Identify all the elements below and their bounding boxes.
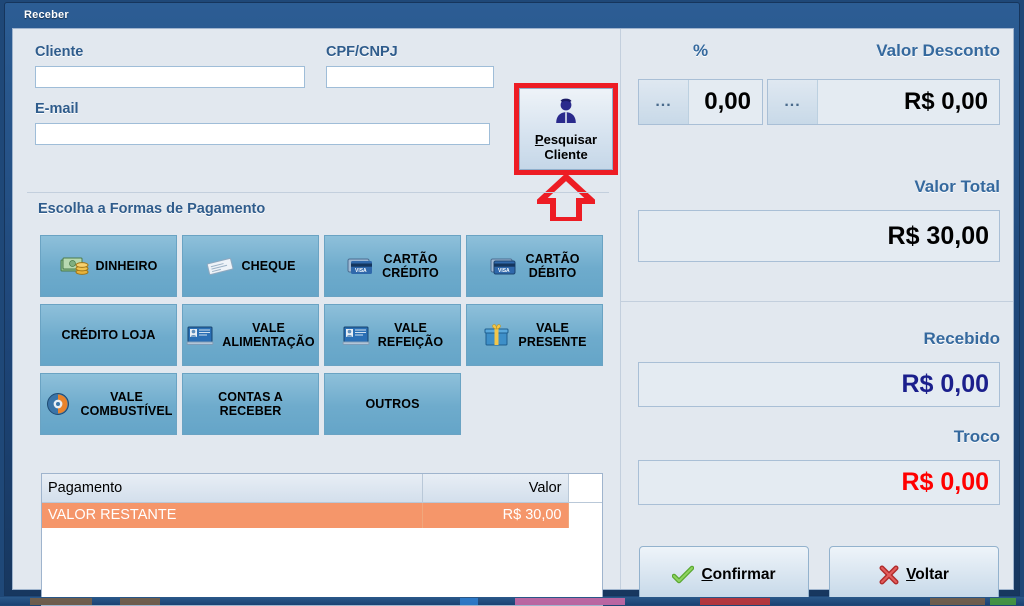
discount-section: % Valor Desconto ... 0,00 ... R$ 0,00: [638, 41, 1000, 113]
change-label: Troco: [638, 427, 1000, 447]
right-panel-divider: [621, 301, 1013, 302]
payment-method-vale-presente[interactable]: VALEPRESENTE: [466, 304, 603, 366]
svg-text:VISA: VISA: [355, 268, 367, 274]
payment-method-label: VALEPRESENTE: [518, 321, 586, 349]
close-x-icon: [879, 565, 899, 585]
payment-method-dinheiro[interactable]: DINHEIRO: [40, 235, 177, 297]
payment-method-cheque[interactable]: CHEQUE: [182, 235, 319, 297]
cliente-label: Cliente: [35, 44, 83, 60]
fuel-icon: [44, 391, 74, 417]
payment-methods-label: Escolha a Formas de Pagamento: [38, 201, 265, 217]
meal-card-icon: [342, 322, 372, 348]
money-icon: [60, 253, 90, 279]
column-header-pagamento[interactable]: Pagamento: [42, 474, 422, 502]
payment-method-vale-refeicao[interactable]: VALEREFEIÇÃO: [324, 304, 461, 366]
check-icon: [672, 565, 694, 585]
discount-value[interactable]: R$ 0,00: [818, 80, 999, 124]
search-client-button[interactable]: Pesquisar Cliente: [519, 88, 613, 170]
change-value-box: R$ 0,00: [638, 460, 1000, 505]
desktop-taskbar[interactable]: [0, 597, 1024, 605]
cancel-button[interactable]: Voltar: [829, 546, 999, 604]
email-input[interactable]: [35, 123, 490, 145]
cpf-cnpj-label: CPF/CNPJ: [326, 44, 398, 60]
confirm-accel: C: [701, 566, 712, 583]
discount-label: Valor Desconto: [767, 41, 1000, 61]
payment-method-contas-a-receber[interactable]: CONTAS A RECEBER: [182, 373, 319, 435]
left-panel: Cliente CPF/CNPJ E-mail: [13, 29, 620, 589]
payment-method-label: CRÉDITO LOJA: [61, 328, 155, 342]
search-client-highlight-group: Pesquisar Cliente: [514, 83, 618, 175]
column-header-filler: [568, 474, 602, 502]
right-panel: % Valor Desconto ... 0,00 ... R$ 0,00 Va…: [620, 29, 1013, 589]
discount-field-group: ... R$ 0,00: [767, 79, 1000, 125]
payments-table: Pagamento Valor VALOR RESTANTE R$ 30,00: [42, 474, 602, 528]
debit-card-icon: VISA: [489, 253, 519, 279]
payment-method-label: DINHEIRO: [96, 259, 158, 273]
percent-value[interactable]: 0,00: [689, 80, 762, 124]
payment-method-label: VALEREFEIÇÃO: [378, 321, 443, 349]
payment-method-vale-alimentacao[interactable]: VALEALIMENTAÇÃO: [182, 304, 319, 366]
payment-method-label: VALECOMBUSTÍVEL: [80, 390, 172, 418]
payment-method-label: CARTÃOCRÉDITO: [382, 252, 439, 280]
cancel-label: Voltar: [906, 566, 949, 584]
confirm-label: Confirmar: [701, 566, 775, 584]
payment-method-label: CARTÃODÉBITO: [525, 252, 579, 280]
payment-methods-grid: DINHEIRO CHEQUE: [40, 235, 603, 435]
percent-ellipsis-button[interactable]: ...: [639, 80, 689, 124]
confirm-button[interactable]: Confirmar: [639, 546, 809, 604]
column-header-valor[interactable]: Valor: [422, 474, 568, 502]
search-client-line1-rest: esquisar: [544, 132, 597, 147]
payment-method-credito-loja[interactable]: CRÉDITO LOJA: [40, 304, 177, 366]
payments-table-container[interactable]: Pagamento Valor VALOR RESTANTE R$ 30,00: [41, 473, 603, 606]
payment-section-divider: [27, 192, 609, 193]
received-value-box[interactable]: R$ 0,00: [638, 362, 1000, 407]
cheque-icon: [205, 253, 235, 279]
cell-pagamento: VALOR RESTANTE: [42, 502, 422, 528]
window-title: Receber: [24, 9, 69, 21]
svg-text:VISA: VISA: [498, 268, 510, 274]
payment-method-cartao-debito[interactable]: VISA CARTÃODÉBITO: [466, 235, 603, 297]
table-header-row: Pagamento Valor: [42, 474, 602, 502]
total-value: R$ 30,00: [888, 222, 989, 251]
receber-window: Receber Cliente CPF/CNPJ E-mail: [4, 2, 1020, 596]
payment-method-cartao-credito[interactable]: VISA CARTÃOCRÉDITO: [324, 235, 461, 297]
total-value-box: R$ 30,00: [638, 210, 1000, 262]
received-label: Recebido: [638, 329, 1000, 349]
search-client-label: Pesquisar Cliente: [535, 132, 597, 162]
payment-method-label: VALEALIMENTAÇÃO: [222, 321, 315, 349]
discount-ellipsis-button[interactable]: ...: [768, 80, 818, 124]
total-label: Valor Total: [638, 177, 1000, 197]
payment-method-vale-combustivel[interactable]: VALECOMBUSTÍVEL: [40, 373, 177, 435]
percent-field-group: ... 0,00: [638, 79, 763, 125]
cliente-input[interactable]: [35, 66, 305, 88]
cpf-cnpj-input[interactable]: [326, 66, 494, 88]
window-titlebar: Receber: [8, 6, 1016, 25]
change-value: R$ 0,00: [901, 468, 989, 497]
percent-label: %: [638, 41, 763, 61]
meal-card-icon: [186, 322, 216, 348]
payment-method-outros[interactable]: OUTROS: [324, 373, 461, 435]
gift-icon: [482, 322, 512, 348]
cancel-accel: V: [906, 566, 915, 583]
email-label: E-mail: [35, 101, 79, 117]
cell-filler: [568, 502, 602, 528]
person-icon: [551, 96, 581, 131]
payment-method-label: CHEQUE: [241, 259, 295, 273]
received-value: R$ 0,00: [901, 370, 989, 399]
cell-valor: R$ 30,00: [422, 502, 568, 528]
annotation-up-arrow: [537, 175, 595, 221]
search-client-line2: Cliente: [544, 147, 587, 162]
payment-method-label: CONTAS A RECEBER: [187, 390, 314, 418]
credit-card-icon: VISA: [346, 253, 376, 279]
payment-method-label: OUTROS: [365, 397, 419, 411]
search-client-accel: P: [535, 132, 544, 147]
table-row[interactable]: VALOR RESTANTE R$ 30,00: [42, 502, 602, 528]
window-client-area: Cliente CPF/CNPJ E-mail: [12, 28, 1014, 590]
